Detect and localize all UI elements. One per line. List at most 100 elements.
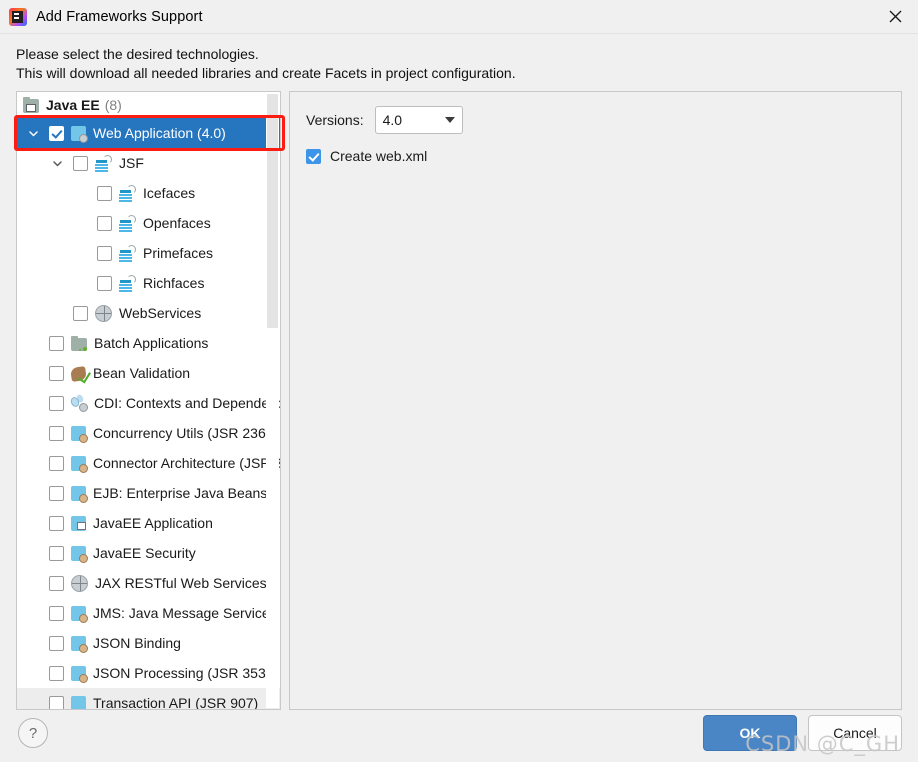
tree-item-checkbox[interactable] — [49, 665, 64, 681]
tree-item-row[interactable]: Icefaces — [17, 178, 280, 208]
frameworks-tree[interactable]: Java EE (8) Web Application (4.0) JSF Icefac… — [17, 92, 280, 709]
tree-item-checkbox[interactable] — [73, 155, 88, 171]
java-module-icon — [71, 635, 88, 653]
java-module-icon — [71, 605, 88, 623]
help-icon[interactable]: ? — [18, 718, 48, 748]
dialog-footer: ? OK Cancel — [0, 704, 918, 762]
java-module-icon — [71, 455, 88, 473]
tree-item-label: Richfaces — [143, 274, 205, 291]
tree-item-label: JSON Binding — [93, 634, 181, 651]
tree-item-row[interactable]: JSON Processing (JSR 353) — [17, 658, 280, 688]
tree-group-label: Java EE — [46, 96, 100, 113]
frameworks-tree-panel: Java EE (8) Web Application (4.0) JSF Icefac… — [16, 91, 281, 710]
tree-item-checkbox[interactable] — [49, 635, 64, 651]
tree-item-checkbox[interactable] — [49, 335, 64, 351]
chevron-down-icon — [444, 117, 455, 123]
dialog-description: Please select the desired technologies. … — [0, 34, 918, 91]
cdi-icon — [71, 396, 88, 412]
tree-item-row[interactable]: CDI: Contexts and Dependency Injection — [17, 388, 280, 418]
tree-item-label: JavaEE Security — [93, 544, 196, 561]
globe-icon — [95, 304, 112, 322]
create-webxml-checkbox[interactable] — [306, 148, 321, 164]
tree-item-row[interactable]: Web Application (4.0) — [17, 118, 280, 148]
description-line-1: Please select the desired technologies. — [16, 46, 259, 62]
tree-item-label: JAX RESTful Web Services — [95, 574, 267, 591]
tree-item-row[interactable]: Batch Applications — [17, 328, 280, 358]
tree-item-label: Web Application (4.0) — [93, 124, 226, 141]
tree-item-label: JMS: Java Message Service — [93, 604, 270, 621]
create-webxml-row[interactable]: Create web.xml — [306, 148, 885, 164]
dialog-content: Java EE (8) Web Application (4.0) JSF Icefac… — [0, 91, 918, 710]
tree-item-checkbox[interactable] — [49, 125, 64, 141]
tree-item-checkbox[interactable] — [49, 485, 64, 501]
versions-row: Versions: 4.0 — [306, 106, 885, 134]
tree-item-row[interactable]: Richfaces — [17, 268, 280, 298]
tree-item-row[interactable]: JAX RESTful Web Services — [17, 568, 280, 598]
tree-item-checkbox[interactable] — [49, 515, 64, 531]
versions-label: Versions: — [306, 112, 364, 128]
tree-item-row[interactable]: Bean Validation — [17, 358, 280, 388]
tree-group-count: (8) — [104, 96, 122, 113]
jsf-icon — [119, 214, 136, 232]
ok-button[interactable]: OK — [703, 715, 797, 751]
tree-item-label: Bean Validation — [93, 364, 191, 381]
close-icon[interactable] — [872, 0, 918, 33]
versions-dropdown[interactable]: 4.0 — [374, 106, 463, 134]
tree-item-checkbox[interactable] — [49, 545, 64, 561]
tree-item-row[interactable]: JMS: Java Message Service — [17, 598, 280, 628]
tree-item-checkbox[interactable] — [49, 395, 64, 411]
tree-item-checkbox[interactable] — [49, 455, 64, 471]
tree-item-checkbox[interactable] — [97, 215, 112, 231]
tree-item-checkbox[interactable] — [97, 185, 112, 201]
jsf-icon — [119, 184, 136, 202]
window-titlebar: Add Frameworks Support — [0, 0, 918, 34]
tree-item-label: JavaEE Application — [93, 514, 213, 531]
globe-icon — [71, 574, 88, 592]
jsf-icon — [119, 244, 136, 262]
description-line-2: This will download all needed libraries … — [16, 65, 516, 81]
tree-item-row[interactable]: JSF — [17, 148, 280, 178]
tree-item-checkbox[interactable] — [73, 305, 88, 321]
tree-item-row[interactable]: JavaEE Security — [17, 538, 280, 568]
create-webxml-label: Create web.xml — [330, 148, 428, 164]
tree-group-header-java-ee[interactable]: Java EE (8) — [17, 92, 280, 118]
tree-item-label: JSON Processing (JSR 353) — [93, 664, 271, 681]
jsf-icon — [95, 154, 112, 172]
tree-item-label: Connector Architecture (JSR 322) — [93, 454, 280, 471]
framework-details-panel: Versions: 4.0 Create web.xml — [289, 91, 902, 710]
java-module-icon — [71, 485, 88, 503]
tree-item-label: Icefaces — [143, 184, 196, 201]
tree-item-label: Batch Applications — [94, 334, 209, 351]
tree-item-checkbox[interactable] — [49, 425, 64, 441]
tree-scrollbar-thumb[interactable] — [267, 94, 278, 328]
tree-item-row[interactable]: Concurrency Utils (JSR 236) — [17, 418, 280, 448]
tree-item-checkbox[interactable] — [49, 365, 64, 381]
java-module-icon — [71, 425, 88, 443]
tree-item-row[interactable]: WebServices — [17, 298, 280, 328]
window-title: Add Frameworks Support — [36, 8, 203, 25]
cancel-button[interactable]: Cancel — [808, 715, 902, 751]
tree-item-label: Primefaces — [143, 244, 214, 261]
chevron-down-icon[interactable] — [49, 155, 65, 171]
tree-item-label: Openfaces — [143, 214, 211, 231]
java-module-icon — [71, 545, 88, 563]
tree-vertical-scrollbar[interactable] — [266, 93, 279, 708]
intellij-idea-logo — [9, 7, 27, 26]
tree-item-row[interactable]: Openfaces — [17, 208, 280, 238]
bean-validation-icon — [70, 366, 87, 382]
tree-item-row[interactable]: JavaEE Application — [17, 508, 280, 538]
tree-item-checkbox[interactable] — [97, 275, 112, 291]
tree-item-label: EJB: Enterprise Java Beans — [93, 484, 268, 501]
javaee-application-icon — [71, 515, 86, 531]
tree-item-label: Concurrency Utils (JSR 236) — [93, 424, 271, 441]
java-module-icon — [71, 665, 88, 683]
tree-item-row[interactable]: EJB: Enterprise Java Beans — [17, 478, 280, 508]
javaee-group-icon — [23, 97, 39, 113]
tree-item-row[interactable]: JSON Binding — [17, 628, 280, 658]
tree-item-checkbox[interactable] — [49, 605, 64, 621]
tree-item-row[interactable]: Connector Architecture (JSR 322) — [17, 448, 280, 478]
chevron-down-icon[interactable] — [25, 125, 41, 141]
tree-item-checkbox[interactable] — [97, 245, 112, 261]
tree-item-checkbox[interactable] — [49, 575, 64, 591]
tree-item-row[interactable]: Primefaces — [17, 238, 280, 268]
